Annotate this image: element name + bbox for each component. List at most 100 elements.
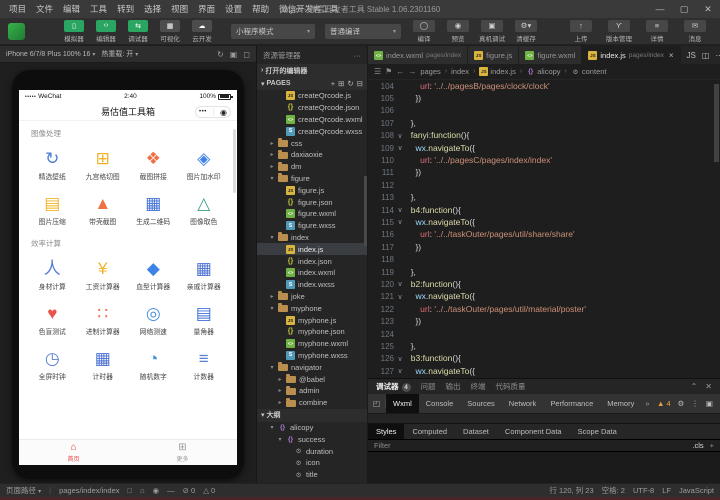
app-item-色盲测试[interactable]: ♥色盲测试 (27, 298, 78, 339)
app-item-全屏时钟[interactable]: ◷全屏时钟 (27, 343, 78, 384)
error-count[interactable]: ⊘ 0 (183, 486, 196, 495)
app-item-亲戚计算器[interactable]: ▦亲戚计算器 (179, 253, 230, 294)
menu-item[interactable]: 帮助 (247, 3, 274, 15)
more-tabs-icon[interactable]: » (641, 399, 653, 408)
close-target-icon[interactable]: ◉ (220, 108, 227, 117)
simulator-tool-icon[interactable]: ◻ (243, 50, 250, 59)
breadcrumb-item-index.js[interactable]: JSindex.js (479, 67, 515, 76)
app-item-量角器[interactable]: ▤量角器 (179, 298, 230, 339)
minimize-button[interactable]: — (648, 4, 672, 15)
tree-item-daxiaoxie[interactable]: ▸daxiaoxie (257, 149, 367, 161)
app-item-计时器[interactable]: ▦计时器 (78, 343, 129, 384)
app-item-随机数字[interactable]: ◔随机数字 (128, 343, 179, 384)
fold-icon[interactable]: ∨ (394, 355, 406, 363)
tree-item-createQrcode.wxss[interactable]: ScreateQrcode.wxss (257, 125, 367, 137)
capsule-menu[interactable]: ••• ◉ (195, 106, 231, 118)
outline-toggle-icon[interactable]: ☰ (374, 67, 381, 76)
menu-item[interactable]: 微信开发者工具 (274, 3, 344, 15)
styles-tab-Component Data[interactable]: Component Data (497, 424, 570, 439)
app-item-图像取色[interactable]: △图像取色 (179, 188, 230, 229)
outline-item-success[interactable]: ▾{}success (257, 433, 367, 445)
new-folder-icon[interactable]: ⊞ (338, 79, 344, 88)
nav-forward-icon[interactable]: → (408, 67, 416, 76)
eol-setting[interactable]: LF (662, 486, 671, 495)
tree-item-index.json[interactable]: {}index.json (257, 255, 367, 267)
maximize-button[interactable]: ▢ (672, 4, 696, 15)
devtools-tab-Console[interactable]: Console (419, 394, 461, 413)
fold-icon[interactable]: ∨ (394, 293, 406, 301)
tree-item-myphone.wxss[interactable]: Smyphone.wxss (257, 350, 367, 362)
panel-tab-输出[interactable]: 输出 (446, 381, 461, 392)
app-item-血型计算器[interactable]: ◆血型计算器 (128, 253, 179, 294)
styles-tab-Computed[interactable]: Computed (404, 424, 455, 439)
home-icon[interactable]: ⌂ (140, 486, 145, 495)
tree-item-index.wxml[interactable]: <>index.wxml (257, 267, 367, 279)
editor-tab-index.js[interactable]: JSindex.jspages/index× (582, 46, 680, 64)
editor-tab-figure.wxml[interactable]: <>figure.wxml (519, 46, 582, 64)
tabbar-item-首页[interactable]: ⌂首页 (19, 440, 128, 465)
outline-item-icon[interactable]: ⚙icon (257, 457, 367, 469)
tree-item-createQrcode.wxml[interactable]: <>createQrcode.wxml (257, 114, 367, 126)
close-tab-icon[interactable]: × (669, 51, 674, 60)
menu-item[interactable]: 编辑 (58, 3, 85, 15)
more-dots-icon[interactable]: ••• (199, 109, 207, 115)
tree-item-myphone[interactable]: ▾myphone (257, 302, 367, 314)
menu-item[interactable]: 界面 (193, 3, 220, 15)
tree-item-css[interactable]: ▸css (257, 137, 367, 149)
devtools-tab-Performance[interactable]: Performance (543, 394, 600, 413)
tree-item-createQrcode.json[interactable]: {}createQrcode.json (257, 102, 367, 114)
nav-back-icon[interactable]: ← (396, 67, 404, 76)
compile-select[interactable]: 普通编译 ▾ (325, 24, 401, 39)
new-file-icon[interactable]: + (331, 79, 335, 88)
module-button-编辑器[interactable]: ‹›编辑器 (93, 20, 119, 43)
action-button-版本管理[interactable]: Ƴ版本管理 (604, 20, 634, 43)
tree-item-index.js[interactable]: JSindex.js (257, 243, 367, 255)
app-item-生成二维码[interactable]: ▦生成二维码 (128, 188, 179, 229)
fold-icon[interactable]: ∨ (394, 144, 406, 152)
devtools-tab-Network[interactable]: Network (502, 394, 544, 413)
tree-item-dm[interactable]: ▸dm (257, 161, 367, 173)
menu-item[interactable]: 视图 (166, 3, 193, 15)
app-item-九宫格切图[interactable]: ⊞九宫格切图 (78, 143, 129, 184)
tree-item-joke[interactable]: ▸joke (257, 291, 367, 303)
styles-tab-Dataset[interactable]: Dataset (455, 424, 497, 439)
breadcrumb-item-index[interactable]: index (451, 67, 469, 76)
menu-item[interactable]: 工具 (85, 3, 112, 15)
panel-tab-代码质量[interactable]: 代码质量 (496, 381, 526, 392)
outline-section-header[interactable]: ▾ 大纲 (257, 409, 367, 422)
tree-item-createQrcode.js[interactable]: JScreateQrcode.js (257, 90, 367, 102)
tree-item-index[interactable]: ▾index (257, 232, 367, 244)
simulator-tool-icon[interactable]: ▣ (230, 50, 238, 59)
fold-icon[interactable]: ∨ (394, 206, 406, 214)
js-preview-icon[interactable]: JS (687, 51, 696, 60)
add-style-button[interactable]: + (710, 441, 714, 450)
gear-icon[interactable]: ⚙ (678, 399, 685, 408)
tree-item-figure.js[interactable]: JSfigure.js (257, 184, 367, 196)
device-toolbar-icon[interactable]: ◰ (368, 399, 386, 408)
code-editor[interactable]: 104 url: '../../pagesB/pages/clock/clock… (368, 80, 720, 378)
more-actions-icon[interactable]: ⋯ (715, 51, 720, 60)
action-button-清缓存[interactable]: ⚙▾清缓存 (511, 20, 541, 43)
pages-section-header[interactable]: ▾ PAGES +⊞↻⊟ (257, 77, 367, 90)
outline-item-duration[interactable]: ⚙duration (257, 445, 367, 457)
editor-tab-index.wxml[interactable]: <>index.wxmlpages/index (368, 46, 468, 64)
action-button-编译[interactable]: ◯编译 (409, 20, 439, 43)
tabbar-item-更多[interactable]: ⊞更多 (128, 440, 237, 465)
cursor-position[interactable]: 行 120, 列 23 (549, 485, 593, 496)
tree-item-admin[interactable]: ▸admin (257, 385, 367, 397)
action-button-详情[interactable]: ≡详情 (642, 20, 672, 43)
app-item-截图拼接[interactable]: ❖截图拼接 (128, 143, 179, 184)
close-button[interactable]: ✕ (696, 4, 720, 15)
fold-icon[interactable]: ∨ (394, 280, 406, 288)
warning-count[interactable]: ▲ 4 (657, 399, 671, 408)
mode-select[interactable]: 小程序模式 ▾ (231, 24, 315, 39)
tree-item-figure[interactable]: ▾figure (257, 173, 367, 185)
refresh-icon[interactable]: ↻ (347, 79, 353, 88)
module-button-调试器[interactable]: ⇆调试器 (125, 20, 151, 43)
app-item-精选壁纸[interactable]: ↻精选壁纸 (27, 143, 78, 184)
breadcrumb-item-content[interactable]: ⚙content (571, 67, 607, 76)
kebab-menu-icon[interactable]: ⋮ (691, 399, 699, 408)
fold-icon[interactable]: ∨ (394, 367, 406, 375)
app-item-网络测速[interactable]: ◎网络测速 (128, 298, 179, 339)
action-button-预览[interactable]: ◉预览 (443, 20, 473, 43)
